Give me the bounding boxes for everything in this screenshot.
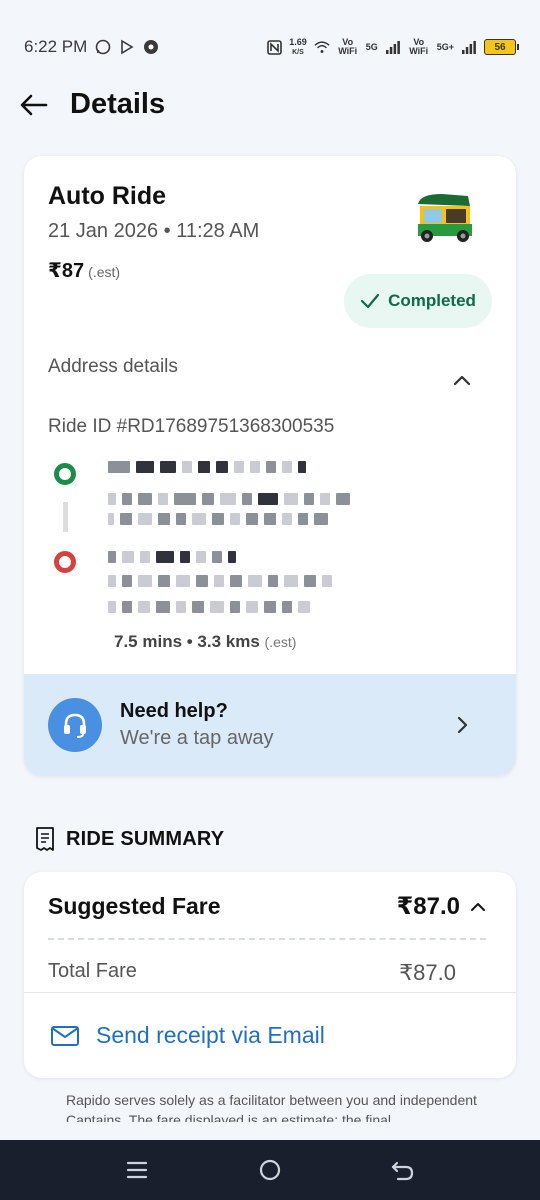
page-header: Details [18, 88, 165, 121]
sim2-network: 5G+ [436, 41, 454, 52]
back-nav-icon[interactable] [387, 1154, 419, 1186]
signal-icon [461, 39, 477, 55]
ride-summary-heading: RIDE SUMMARY [34, 826, 224, 852]
browser-icon [143, 39, 159, 55]
page-title: Details [70, 88, 166, 120]
suggested-fare-row[interactable]: Suggested Fare ₹87.0 [48, 892, 486, 921]
nfc-icon [266, 39, 282, 55]
chevron-up-icon[interactable] [450, 368, 474, 392]
home-circle-icon[interactable] [254, 1154, 286, 1186]
trip-duration-note: (.est) [264, 634, 297, 650]
suggested-fare-value-wrap: ₹87.0 [397, 892, 486, 921]
mail-icon [51, 1025, 79, 1046]
headset-icon [48, 698, 102, 752]
net-speed-value: 1.69 [289, 36, 307, 47]
ride-price: ₹87 (.est) [48, 258, 120, 283]
status-left: 6:22 PM [24, 24, 159, 70]
redacted-drop-address-line [108, 550, 236, 564]
ride-price-value: ₹87 [48, 260, 85, 282]
ride-status-label: Completed [388, 291, 476, 310]
send-receipt-email-button[interactable]: Send receipt via Email [50, 1022, 325, 1049]
battery-indicator: 56 [484, 39, 519, 55]
status-bar: 6:22 PM 1.69 K/S Vo WiFi 5G Vo WiFi 5G+ [0, 0, 540, 70]
drop-pin-icon [54, 551, 76, 573]
address-details-label: Address details [48, 356, 178, 377]
chevron-up-icon[interactable] [470, 902, 486, 912]
dashed-divider [48, 938, 486, 940]
suggested-fare-value: ₹87.0 [396, 893, 460, 920]
ride-details-card: Auto Ride 21 Jan 2026 • 11:28 AM ₹87 (.es… [24, 156, 516, 776]
disclaimer-text: Rapido serves solely as a facilitator be… [66, 1092, 477, 1122]
net-speed-unit: K/S [292, 48, 304, 56]
status-right: 1.69 K/S Vo WiFi 5G Vo WiFi 5G+ 56 [266, 24, 519, 70]
ride-price-note: (.est) [88, 264, 121, 280]
signal-icon [385, 39, 401, 55]
status-time: 6:22 PM [24, 37, 88, 56]
ride-datetime: 21 Jan 2026 • 11:28 AM [48, 220, 260, 242]
ride-type: Auto Ride [48, 182, 167, 210]
ride-summary-label: RIDE SUMMARY [66, 827, 225, 850]
ride-id: Ride ID #RD17689751368300535 [48, 416, 335, 437]
need-help-subtitle: We're a tap away [120, 727, 274, 749]
whatsapp-icon [95, 39, 111, 55]
divider [24, 992, 516, 993]
check-icon [360, 293, 380, 309]
ride-status-badge: Completed [344, 274, 492, 328]
redacted-drop-address-line [108, 574, 332, 588]
route-connector [63, 502, 68, 532]
total-fare-value: ₹87.0 [399, 960, 456, 985]
redacted-pickup-address-line [108, 512, 328, 526]
redacted-pickup-address-line [108, 492, 350, 506]
total-fare-label: Total Fare [48, 960, 137, 982]
redacted-pickup-address-line [108, 460, 306, 474]
trip-duration-distance: 7.5 mins • 3.3 kms (.est) [114, 632, 296, 652]
system-navigation-bar [0, 1140, 540, 1200]
fare-summary-card: Suggested Fare ₹87.0 Total Fare ₹87.0 Se… [24, 872, 516, 1078]
wifi-icon [314, 39, 330, 55]
sim1-vowifi-label: Vo WiFi [338, 37, 358, 56]
receipt-icon [36, 827, 54, 851]
send-receipt-email-label: Send receipt via Email [96, 1022, 325, 1048]
sim1-network: 5G [365, 41, 378, 52]
redacted-drop-address-line [108, 600, 310, 614]
pickup-pin-icon [54, 463, 76, 485]
sim2-vowifi-label: Vo WiFi [409, 37, 429, 56]
suggested-fare-label: Suggested Fare [48, 893, 221, 919]
chevron-right-icon [450, 713, 474, 737]
trip-duration-distance-value: 7.5 mins • 3.3 kms [114, 632, 260, 651]
play-store-icon [119, 39, 135, 55]
net-speed: 1.69 K/S [289, 36, 307, 57]
need-help-title: Need help? [120, 700, 228, 722]
total-fare-row: Total Fare ₹87.0 [48, 960, 456, 986]
need-help-banner[interactable]: Need help? We're a tap away [24, 674, 516, 776]
auto-rickshaw-icon [412, 192, 476, 244]
need-help-text: Need help? We're a tap away [120, 700, 450, 750]
back-arrow-icon[interactable] [18, 89, 50, 121]
recents-menu-icon[interactable] [121, 1154, 153, 1186]
